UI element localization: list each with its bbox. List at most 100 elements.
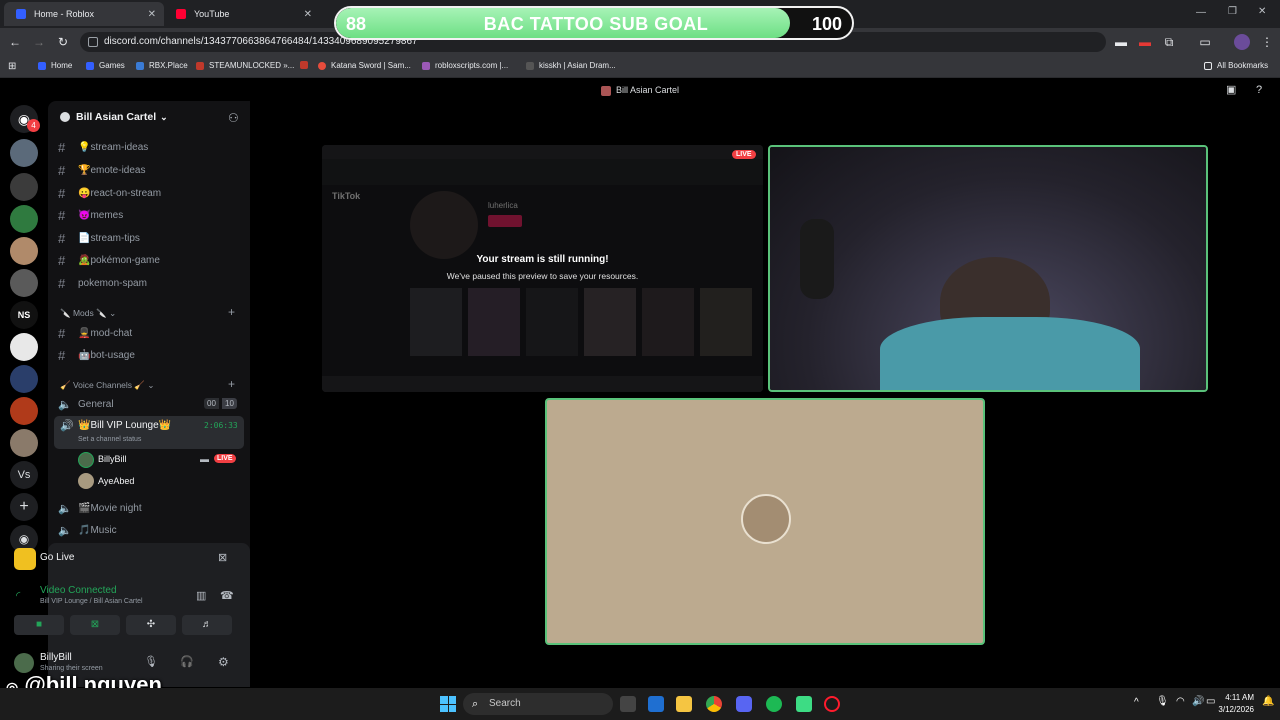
clock-date[interactable]: 3/12/2026 <box>1208 705 1254 714</box>
server-icon-ns[interactable]: NS <box>10 301 38 329</box>
inbox-icon[interactable]: ▣ <box>1226 79 1236 101</box>
wifi-icon[interactable]: ◠ <box>1176 696 1185 707</box>
channel-memes[interactable]: # 😈 memes <box>58 208 123 223</box>
invite-user-icon[interactable]: ⚇ <box>228 111 239 125</box>
minimize-button[interactable]: — <box>1196 7 1206 18</box>
discord-icon[interactable] <box>736 696 752 712</box>
current-user-name[interactable]: BillyBill <box>40 652 72 663</box>
add-server-icon[interactable]: + <box>10 493 38 521</box>
server-icon[interactable] <box>10 205 38 233</box>
video-connected-status[interactable]: Video Connected <box>40 585 117 596</box>
file-explorer-icon[interactable] <box>676 696 692 712</box>
help-icon[interactable]: ? <box>1256 79 1262 101</box>
tab-roblox[interactable]: Home - Roblox ✕ <box>4 2 164 26</box>
microphone-icon[interactable]: 🎙 <box>144 655 158 668</box>
opera-icon[interactable] <box>824 696 840 712</box>
channel-stream-ideas[interactable]: # 💡 stream-ideas <box>58 140 148 155</box>
bookmark-unnamed[interactable] <box>300 61 313 69</box>
voice-member-name[interactable]: AyeAbed <box>98 476 134 486</box>
channel-react-on-stream[interactable]: # 😛 react-on-stream <box>58 186 161 201</box>
profile-avatar[interactable] <box>1234 34 1250 50</box>
server-icon[interactable] <box>10 237 38 265</box>
puzzle-icon[interactable]: ⧉ <box>1162 35 1176 50</box>
reload-icon[interactable]: ↻ <box>56 35 70 49</box>
volume-icon[interactable]: 🔊 <box>1192 696 1204 707</box>
add-channel-icon[interactable]: + <box>228 305 235 319</box>
server-icon[interactable] <box>10 365 38 393</box>
channel-pokemon-game[interactable]: # 🧟 pokémon-game <box>58 253 160 268</box>
forward-icon[interactable]: → <box>32 35 46 49</box>
bookmark-games[interactable]: Games <box>86 61 125 70</box>
activities-button[interactable]: ✣ <box>126 615 176 635</box>
sidepanel-icon[interactable]: ▭ <box>1198 35 1212 49</box>
chrome-icon[interactable] <box>706 696 722 712</box>
server-icon[interactable] <box>10 333 38 361</box>
store-icon[interactable] <box>648 696 664 712</box>
menu-icon[interactable]: ⋮ <box>1260 35 1274 49</box>
voice-member-name[interactable]: BillyBill <box>98 454 127 464</box>
back-icon[interactable]: ← <box>8 35 22 49</box>
bookmark-robloxscripts[interactable]: robloxscripts.com |... <box>422 61 508 70</box>
channel-emote-ideas[interactable]: # 🏆 emote-ideas <box>58 163 145 178</box>
screen-share-button[interactable]: ⊠ <box>70 615 120 635</box>
voice-channel-vip-lounge[interactable]: 🔊 👑Bill VIP Lounge👑 2:06:33 Set a channe… <box>54 416 244 449</box>
go-live-label[interactable]: Go Live <box>40 552 74 563</box>
task-view-icon[interactable] <box>620 696 636 712</box>
server-icon[interactable] <box>10 269 38 297</box>
server-icon[interactable] <box>10 429 38 457</box>
category-voice[interactable]: 🧹 Voice Channels 🧹 ⌄ <box>60 380 155 391</box>
close-tab-icon[interactable]: ✕ <box>304 9 312 20</box>
channel-pokemon-spam[interactable]: # pokemon-spam <box>58 276 147 291</box>
signal-icon[interactable]: ◜ <box>16 589 20 602</box>
voice-channel-music[interactable]: 🔈 🎵 Music <box>58 524 117 537</box>
voice-channel-general[interactable]: 🔈 General <box>58 398 114 411</box>
stop-stream-icon[interactable]: ⊠ <box>218 551 227 564</box>
avatar[interactable] <box>78 452 94 468</box>
server-icon[interactable] <box>10 173 38 201</box>
maximize-button[interactable]: ❐ <box>1228 6 1237 17</box>
soundboard-button[interactable]: ♬ <box>182 615 232 635</box>
server-header[interactable]: Bill Asian Cartel ⌄ <box>60 111 168 123</box>
android-icon[interactable] <box>796 696 812 712</box>
channel-mod-chat[interactable]: # 💂 mod-chat <box>58 326 132 341</box>
headphones-icon[interactable]: 🎧 <box>180 655 194 668</box>
noise-suppression-icon[interactable]: ▥ <box>196 589 206 602</box>
windows-start-icon[interactable] <box>440 696 456 712</box>
spotify-icon[interactable] <box>766 696 782 712</box>
taskbar-search[interactable]: ⌕ Search <box>463 693 613 715</box>
channel-status[interactable]: Set a channel status <box>78 436 141 443</box>
tab-youtube[interactable]: YouTube ✕ <box>164 2 320 26</box>
webcam-tile[interactable] <box>768 145 1208 392</box>
avatar[interactable] <box>78 473 94 489</box>
extension-icon[interactable]: ▬ <box>1114 35 1128 49</box>
bookmark-home[interactable]: Home <box>38 61 72 70</box>
server-icon-vs[interactable]: Vs <box>10 461 38 489</box>
voice-channel-movie-night[interactable]: 🔈 🎬 Movie night <box>58 502 142 515</box>
settings-gear-icon[interactable]: ⚙ <box>218 655 229 669</box>
apps-icon[interactable]: ⊞ <box>8 61 16 72</box>
mic-tray-icon[interactable]: 🎙 <box>1156 696 1169 707</box>
bookmark-kisskh[interactable]: kisskh | Asian Dram... <box>526 61 616 70</box>
site-info-icon[interactable] <box>88 37 98 47</box>
bookmark-steamunlocked[interactable]: STEAMUNLOCKED »... <box>196 61 294 70</box>
channel-stream-tips[interactable]: # 📄 stream-tips <box>58 231 140 246</box>
bookmark-katana[interactable]: Katana Sword | Sam... <box>318 61 411 70</box>
all-bookmarks[interactable]: All Bookmarks <box>1204 61 1268 70</box>
category-mods[interactable]: 🔪 Mods 🔪 ⌄ <box>60 308 116 319</box>
notifications-icon[interactable]: 🔔 <box>1262 696 1274 707</box>
close-tab-icon[interactable]: ✕ <box>148 9 156 20</box>
participant-tile[interactable] <box>545 398 985 645</box>
server-icon[interactable] <box>10 397 38 425</box>
server-icon[interactable] <box>10 139 38 167</box>
screen-share-tile[interactable]: TikTok luherlica Your stream is still ru… <box>322 145 763 392</box>
avatar[interactable] <box>14 653 34 673</box>
close-window-button[interactable]: ✕ <box>1258 6 1266 17</box>
channel-bot-usage[interactable]: # 🤖 bot-usage <box>58 348 135 363</box>
bookmark-rbxplace[interactable]: RBX.Place <box>136 61 188 70</box>
clock-time[interactable]: 4:11 AM <box>1214 693 1254 702</box>
tray-overflow-icon[interactable]: ^ <box>1134 697 1139 708</box>
voice-location[interactable]: Bill VIP Lounge / Bill Asian Cartel <box>40 598 143 605</box>
add-voice-channel-icon[interactable]: + <box>228 377 235 391</box>
disconnect-icon[interactable]: ☎ <box>220 589 234 602</box>
camera-button[interactable]: ■ <box>14 615 64 635</box>
